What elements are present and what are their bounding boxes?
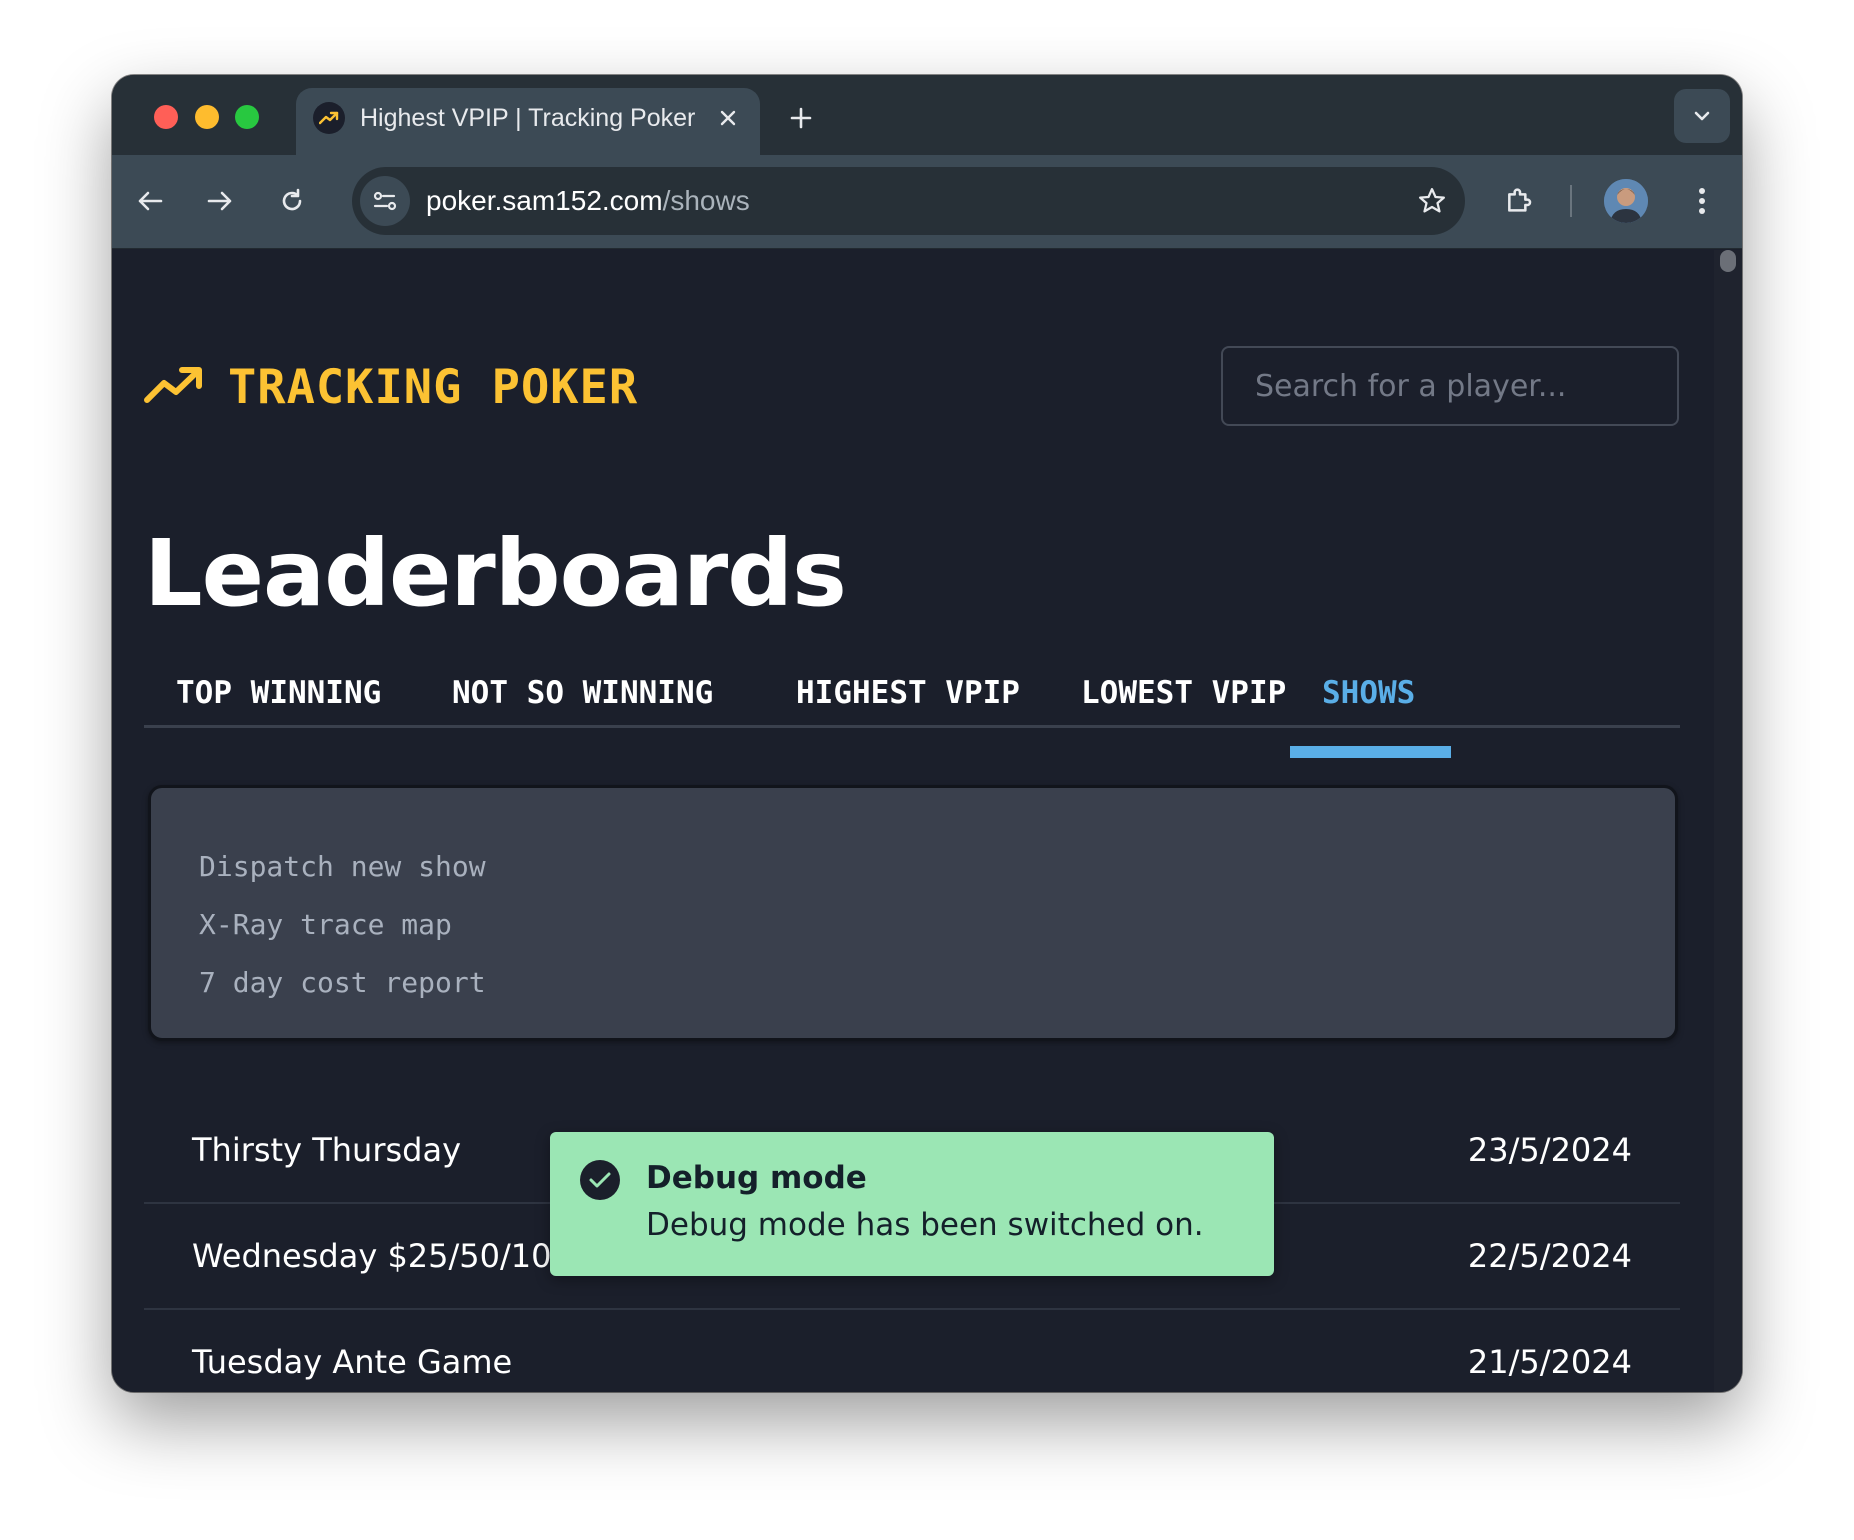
tab-lowest-vpip[interactable]: LOWEST VPIP [1049,670,1318,728]
arrow-right-icon[interactable] [198,179,242,223]
plus-icon[interactable] [785,102,817,134]
avatar[interactable] [1604,179,1648,223]
page-title: Leaderboards [144,520,847,627]
close-window-button[interactable] [154,105,178,129]
show-date: 22/5/2024 [1467,1237,1632,1275]
tab-top-winning[interactable]: TOP WINNING [144,670,413,728]
list-item[interactable]: Tuesday Ante Game 21/5/2024 [144,1310,1680,1392]
close-icon[interactable] [712,102,744,134]
browser-toolbar: poker.sam152.com/shows [112,155,1742,249]
show-name: Tuesday Ante Game [192,1343,513,1381]
debug-link-xray-trace-map[interactable]: X-Ray trace map [199,896,1675,954]
debug-panel: Dispatch new show X-Ray trace map 7 day … [148,785,1678,1041]
toolbar-divider [1570,185,1572,217]
active-tab-indicator [1290,746,1451,758]
url-text: poker.sam152.com/shows [426,184,750,218]
show-date: 23/5/2024 [1467,1131,1632,1169]
url-path: /shows [662,185,750,216]
puzzle-icon[interactable] [1498,179,1542,223]
debug-link-dispatch-new-show[interactable]: Dispatch new show [199,838,1675,896]
toast-title: Debug mode [646,1160,867,1196]
tab-shows[interactable]: SHOWS [1290,670,1447,728]
maximize-window-button[interactable] [235,105,259,129]
leaderboard-tabs: TOP WINNING NOT SO WINNING HIGHEST VPIP … [144,670,1680,728]
reload-icon[interactable] [270,179,314,223]
address-bar[interactable]: poker.sam152.com/shows [352,167,1465,235]
minimize-window-button[interactable] [195,105,219,129]
toast-notification[interactable]: Debug mode Debug mode has been switched … [550,1132,1274,1276]
tab-title: Highest VPIP | Tracking Poker [360,104,696,132]
browser-tab-active[interactable]: Highest VPIP | Tracking Poker [296,88,760,155]
debug-link-cost-report[interactable]: 7 day cost report [199,954,1675,1012]
toast-message: Debug mode has been switched on. [646,1207,1204,1243]
show-name: Wednesday $25/50/100 [192,1237,572,1275]
site-logo[interactable]: TRACKING POKER [144,360,638,415]
tab-not-so-winning[interactable]: NOT SO WINNING [420,670,745,728]
trending-up-icon [144,365,206,410]
search-input[interactable] [1221,346,1679,426]
trending-up-icon [313,102,345,134]
chevron-down-icon[interactable] [1674,89,1730,143]
show-date: 21/5/2024 [1467,1343,1632,1381]
tab-strip: Highest VPIP | Tracking Poker [112,75,1742,155]
check-circle-icon [580,1160,620,1200]
browser-window: Highest VPIP | Tracking Poker poker.sam1… [112,75,1742,1392]
kebab-menu-icon[interactable] [1680,179,1724,223]
site-settings-icon[interactable] [360,176,410,226]
star-icon[interactable] [1410,179,1454,223]
scrollbar-thumb[interactable] [1720,250,1736,272]
tab-highest-vpip[interactable]: HIGHEST VPIP [764,670,1052,728]
arrow-left-icon[interactable] [128,179,172,223]
show-name: Thirsty Thursday [192,1131,461,1169]
logo-text: TRACKING POKER [228,360,639,415]
url-host: poker.sam152.com [426,185,663,216]
scrollbar[interactable] [1714,250,1742,1392]
